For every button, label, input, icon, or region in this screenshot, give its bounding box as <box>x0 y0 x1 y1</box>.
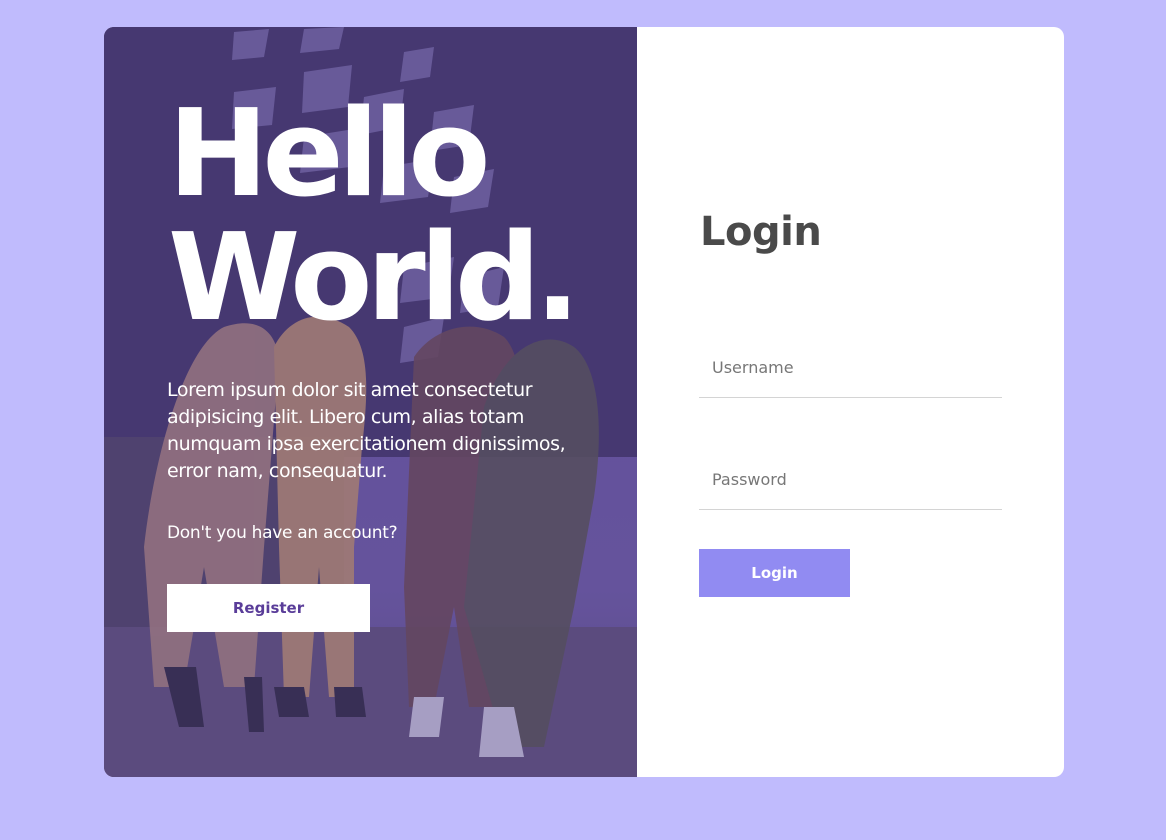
password-input[interactable] <box>699 450 1002 510</box>
hero-description: Lorem ipsum dolor sit amet consectetur a… <box>167 379 566 482</box>
hero-title: Hello World. <box>168 85 580 348</box>
login-panel: Login Login <box>637 27 1064 777</box>
login-card: Hello World. Lorem ipsum dolor sit amet … <box>104 27 1064 777</box>
register-button[interactable]: Register <box>167 584 370 632</box>
no-account-text: Don't you have an account? <box>167 523 398 543</box>
hero-panel: Hello World. Lorem ipsum dolor sit amet … <box>104 27 637 777</box>
login-button[interactable]: Login <box>699 549 850 597</box>
login-title: Login <box>700 209 822 255</box>
hero-title-line1: Hello <box>168 85 491 224</box>
username-input[interactable] <box>699 338 1002 398</box>
hero-title-line2: World. <box>168 209 580 348</box>
